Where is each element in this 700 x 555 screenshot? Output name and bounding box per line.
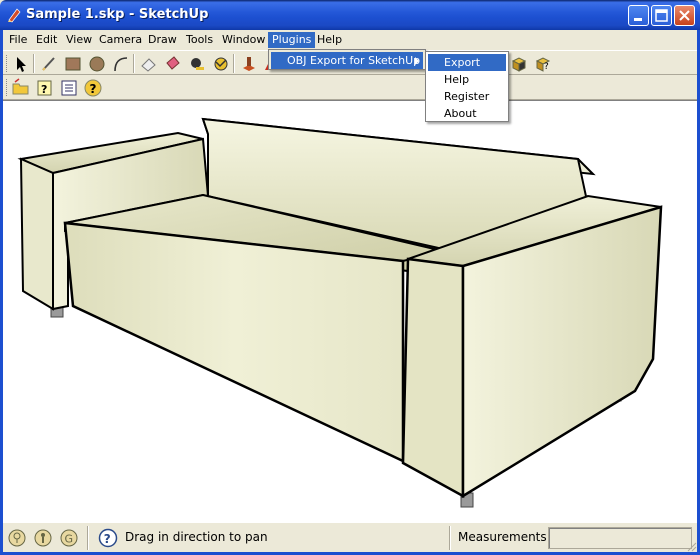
paint-bucket-icon[interactable] [163,54,183,74]
menu-item-obj-export-label: OBJ Export for SketchUp [287,54,421,67]
menu-view[interactable]: View [62,32,96,48]
close-button[interactable] [674,5,695,26]
toolbar-separator [33,54,35,73]
model-viewport[interactable] [3,100,697,522]
tape-measure-icon[interactable] [187,54,207,74]
google-icon[interactable]: G [59,528,79,548]
question-icon[interactable]: ? [98,528,118,548]
plugin-export-icon[interactable] [509,54,529,74]
status-separator [449,526,451,550]
status-message: Drag in direction to pan [125,530,268,544]
sketchup-pencil-icon [6,7,22,23]
help-icon[interactable]: ? [83,78,103,98]
orbit-icon[interactable] [211,54,231,74]
svg-text:?: ? [544,62,549,72]
menu-tools[interactable]: Tools [182,32,217,48]
obj-export-submenu: Export Help Register About [425,51,509,122]
rectangle-icon[interactable] [63,54,83,74]
svg-text:?: ? [104,532,111,546]
menu-file[interactable]: File [5,32,31,48]
circle-icon[interactable] [87,54,107,74]
menu-plugins[interactable]: Plugins [268,32,316,48]
submenu-arrow-icon [415,57,419,65]
window-title: Sample 1.skp - SketchUp [26,7,209,22]
menu-draw[interactable]: Draw [144,32,181,48]
measurements-label: Measurements [458,530,547,544]
status-separator [87,526,89,550]
eraser-icon[interactable] [139,54,159,74]
title-bar: Sample 1.skp - SketchUp [0,0,700,30]
menu-camera[interactable]: Camera [95,32,146,48]
submenu-item-register[interactable]: Register [428,88,506,105]
menu-help[interactable]: Help [313,32,346,48]
toolbar-grip[interactable] [6,79,9,96]
maximize-button[interactable] [651,5,672,26]
menu-window[interactable]: Window [218,32,269,48]
toolbar-grip[interactable] [6,55,9,72]
sofa-model [17,117,663,508]
outliner-icon[interactable] [59,78,79,98]
geo-location-icon[interactable] [7,528,27,548]
folder-open-icon[interactable] [11,78,31,98]
toolbar-separator [233,54,235,73]
select-arrow-icon[interactable] [11,54,31,74]
credits-icon[interactable] [33,528,53,548]
menu-item-obj-export[interactable]: OBJ Export for SketchUp [271,52,423,69]
plugins-dropdown: OBJ Export for SketchUp [268,49,426,70]
plugin-help-icon[interactable]: ? [533,54,553,74]
minimize-button[interactable] [628,5,649,26]
push-pull-icon[interactable] [239,54,259,74]
svg-text:?: ? [90,82,97,96]
resize-grip-icon[interactable] [685,540,697,552]
toolbar-separator [133,54,135,73]
instructor-icon[interactable]: ? [35,78,55,98]
submenu-item-help[interactable]: Help [428,71,506,88]
measurements-input[interactable] [548,527,692,549]
submenu-item-export[interactable]: Export [428,54,506,71]
status-bar: G ? Drag in direction to pan Measurement… [3,522,697,552]
menu-edit[interactable]: Edit [32,32,61,48]
menu-bar: File Edit View Camera Draw Tools Window … [3,30,697,49]
svg-text:G: G [65,533,74,546]
secondary-toolbar: ? ? [3,75,697,100]
line-pencil-icon[interactable] [39,54,59,74]
svg-text:?: ? [41,83,47,96]
submenu-item-about[interactable]: About [428,105,506,122]
arc-icon[interactable] [111,54,131,74]
